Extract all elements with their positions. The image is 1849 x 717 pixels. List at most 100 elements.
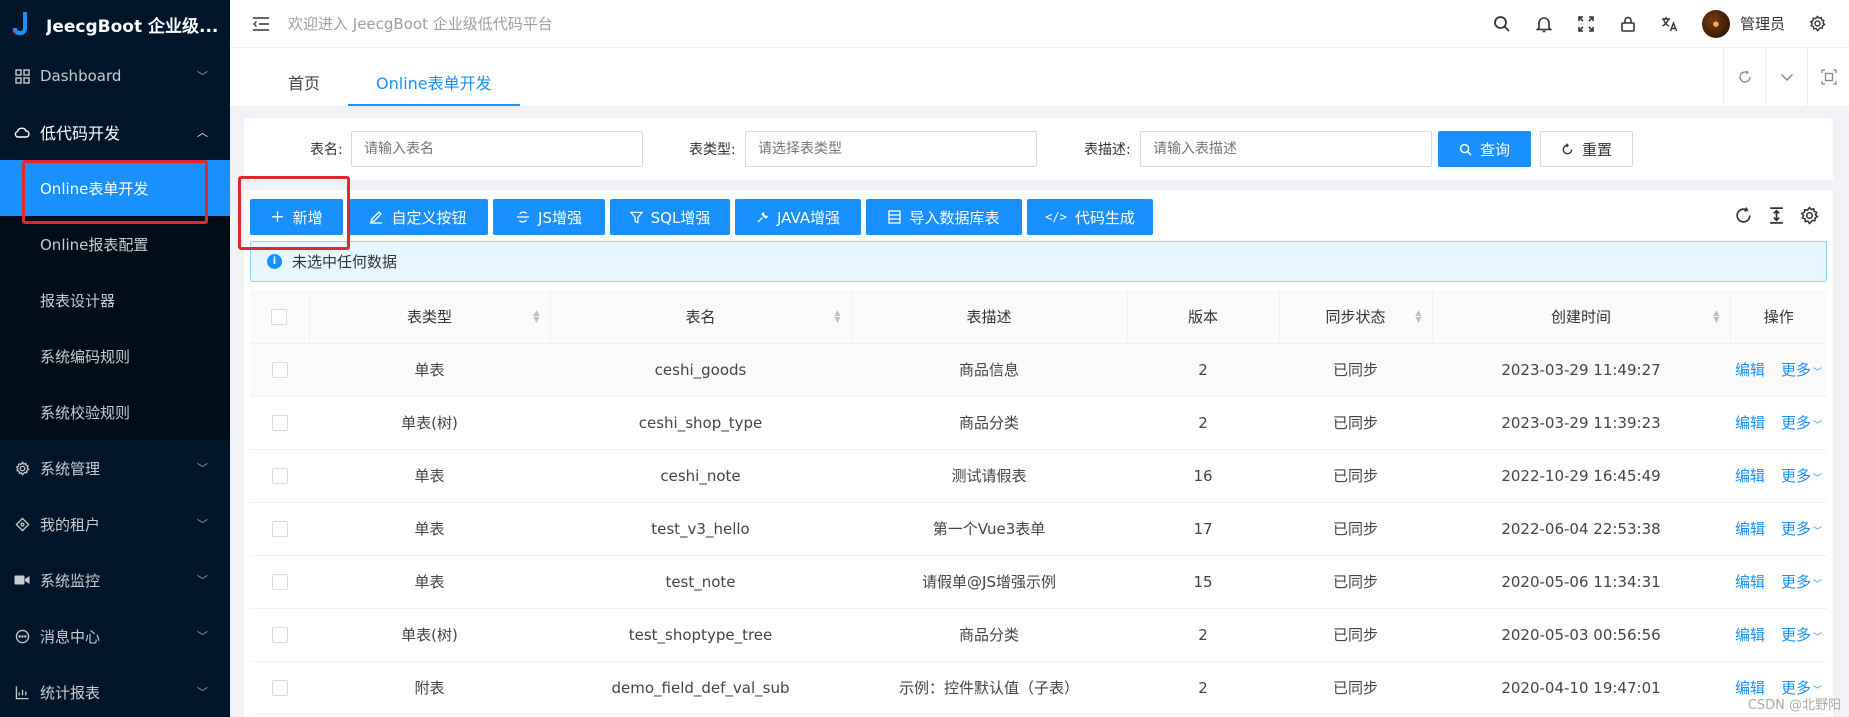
menu-lowcode[interactable]: 低代码开发 ︿ <box>0 104 230 160</box>
edit-link[interactable]: 编辑 <box>1735 624 1765 645</box>
menu-monitor[interactable]: 系统监控 ﹀ <box>0 552 230 608</box>
menu-statistics[interactable]: 统计报表 ﹀ <box>0 664 230 717</box>
bell-icon[interactable] <box>1534 14 1554 34</box>
chevron-down-icon: ﹀ <box>1813 633 1823 643</box>
more-link[interactable]: 更多 ﹀ <box>1781 518 1822 539</box>
edit-link[interactable]: 编辑 <box>1735 518 1765 539</box>
cell-actions: 编辑 更多 ﹀ <box>1730 449 1827 503</box>
menu-tenant[interactable]: 我的租户 ﹀ <box>0 496 230 552</box>
submenu-item-check-rule[interactable]: 系统校验规则 <box>0 384 230 440</box>
table-desc-input[interactable] <box>1140 131 1432 167</box>
reset-button[interactable]: 重置 <box>1540 131 1633 167</box>
row-checkbox[interactable] <box>271 521 288 537</box>
table-row[interactable]: 单表(树) test_shoptype_tree 商品分类 2 已同步 2020… <box>250 608 1827 662</box>
row-checkbox[interactable] <box>271 468 288 484</box>
table-row[interactable]: 单表 ceshi_note 测试请假表 16 已同步 2022-10-29 16… <box>250 449 1827 503</box>
cell-actions: 编辑 更多 ﹀ <box>1730 502 1827 556</box>
code-icon: </> <box>1045 210 1067 224</box>
table-row[interactable]: 单表 test_v3_hello 第一个Vue3表单 17 已同步 2022-0… <box>250 502 1827 556</box>
setting-icon[interactable] <box>1800 206 1819 229</box>
menu-fold-icon[interactable] <box>252 15 270 33</box>
edit-link[interactable]: 编辑 <box>1735 359 1765 380</box>
table-row[interactable]: 附表 demo_field_def_val_sub 示例：控件默认值（子表） 2… <box>250 661 1827 715</box>
search-icon[interactable] <box>1492 14 1512 34</box>
chevron-down-icon[interactable] <box>1765 48 1807 106</box>
app-logo[interactable]: JeecgBoot 企业级... <box>0 0 230 48</box>
column-height-icon[interactable] <box>1767 206 1786 229</box>
row-checkbox[interactable] <box>271 415 288 431</box>
column-header-type[interactable]: 表类型 ▲ ▼ <box>309 290 551 344</box>
js-enhance-label: JS增强 <box>538 208 582 227</box>
cell-name: demo_field_def_val_sub <box>550 661 851 715</box>
table-row[interactable]: 单表 test_note 请假单@JS增强示例 15 已同步 2020-05-0… <box>250 555 1827 609</box>
more-label: 更多 <box>1780 626 1811 644</box>
submenu-item-online-report[interactable]: Online报表配置 <box>0 216 230 272</box>
tab-online-form[interactable]: Online表单开发 <box>348 58 520 106</box>
more-link[interactable]: 更多 ﹀ <box>1781 571 1822 592</box>
row-checkbox[interactable] <box>271 627 288 643</box>
cell-type: 附表 <box>309 661 550 715</box>
info-icon: i <box>267 254 282 269</box>
plus-icon: + <box>270 207 285 227</box>
java-enhance-button[interactable]: JAVA增强 <box>735 199 861 235</box>
submenu-item-code-rule[interactable]: 系统编码规则 <box>0 328 230 384</box>
code-generate-button[interactable]: </> 代码生成 <box>1027 199 1153 235</box>
edit-link[interactable]: 编辑 <box>1735 412 1765 433</box>
column-header-sync[interactable]: 同步状态 ▲ ▼ <box>1279 290 1433 344</box>
menu-system[interactable]: 系统管理 ﹀ <box>0 440 230 496</box>
username[interactable]: 管理员 <box>1740 13 1785 34</box>
sort-icon[interactable]: ▲ ▼ <box>1415 309 1421 324</box>
translate-icon[interactable] <box>1660 14 1680 34</box>
sql-enhance-button[interactable]: SQL增强 <box>610 199 730 235</box>
more-link[interactable]: 更多 ﹀ <box>1781 359 1822 380</box>
refresh-icon[interactable] <box>1723 48 1765 106</box>
fullscreen-icon[interactable] <box>1576 14 1596 34</box>
tab-tools <box>1723 48 1849 106</box>
table-name-input[interactable] <box>351 131 643 167</box>
table-row[interactable]: 单表(树) ceshi_shop_type 商品分类 2 已同步 2023-03… <box>250 396 1827 450</box>
more-link[interactable]: 更多 ﹀ <box>1781 465 1822 486</box>
filter-icon <box>629 211 643 224</box>
cell-created: 2020-05-06 11:34:31 <box>1432 555 1730 609</box>
submenu-item-online-form[interactable]: Online表单开发 <box>0 160 230 216</box>
table-settings <box>1734 206 1819 229</box>
table-card: + 新增 自定义按钮 JS增强 SQL增强 JAVA增强 导入数据库表 </> … <box>244 190 1833 717</box>
column-header-name[interactable]: 表名 ▲ ▼ <box>550 290 852 344</box>
table-type-select[interactable] <box>745 131 1037 167</box>
expand-icon[interactable] <box>1807 48 1849 106</box>
cell-sync-status: 已同步 <box>1279 608 1432 662</box>
refresh-icon[interactable] <box>1734 206 1753 229</box>
search-icon <box>1459 143 1472 156</box>
add-button[interactable]: + 新增 <box>250 199 343 235</box>
column-header-created[interactable]: 创建时间 ▲ ▼ <box>1432 290 1731 344</box>
row-checkbox[interactable] <box>271 680 288 696</box>
sort-icon[interactable]: ▲ ▼ <box>1713 309 1719 324</box>
more-link[interactable]: 更多 ﹀ <box>1781 412 1822 433</box>
column-header-actions: 操作 <box>1730 290 1827 344</box>
column-title: 表类型 <box>406 307 452 326</box>
table-row[interactable]: 单表 ceshi_goods 商品信息 2 已同步 2023-03-29 11:… <box>250 343 1827 397</box>
more-link[interactable]: 更多 ﹀ <box>1781 624 1822 645</box>
query-button[interactable]: 查询 <box>1438 131 1531 167</box>
menu-message[interactable]: 消息中心 ﹀ <box>0 608 230 664</box>
row-select-cell <box>250 555 309 609</box>
row-checkbox[interactable] <box>271 574 288 590</box>
tab-home[interactable]: 首页 <box>260 58 348 106</box>
cell-name: test_shoptype_tree <box>550 608 851 662</box>
edit-link[interactable]: 编辑 <box>1735 571 1765 592</box>
sort-icon[interactable]: ▲ ▼ <box>834 309 840 324</box>
select-all-checkbox[interactable] <box>271 308 288 325</box>
avatar[interactable]: ● <box>1701 9 1730 38</box>
js-enhance-button[interactable]: JS增强 <box>493 199 605 235</box>
custom-button-button[interactable]: 自定义按钮 <box>348 199 488 235</box>
submenu-item-report-designer[interactable]: 报表设计器 <box>0 272 230 328</box>
sort-icon[interactable]: ▲ ▼ <box>533 309 539 324</box>
edit-link[interactable]: 编辑 <box>1735 465 1765 486</box>
cell-version: 17 <box>1127 502 1279 556</box>
header-actions: ● 管理员 <box>1492 9 1849 38</box>
row-checkbox[interactable] <box>271 362 288 378</box>
lock-icon[interactable] <box>1618 14 1638 34</box>
settings-gear-icon[interactable] <box>1807 14 1827 34</box>
menu-dashboard[interactable]: Dashboard ﹀ <box>0 48 230 104</box>
import-table-button[interactable]: 导入数据库表 <box>866 199 1022 235</box>
